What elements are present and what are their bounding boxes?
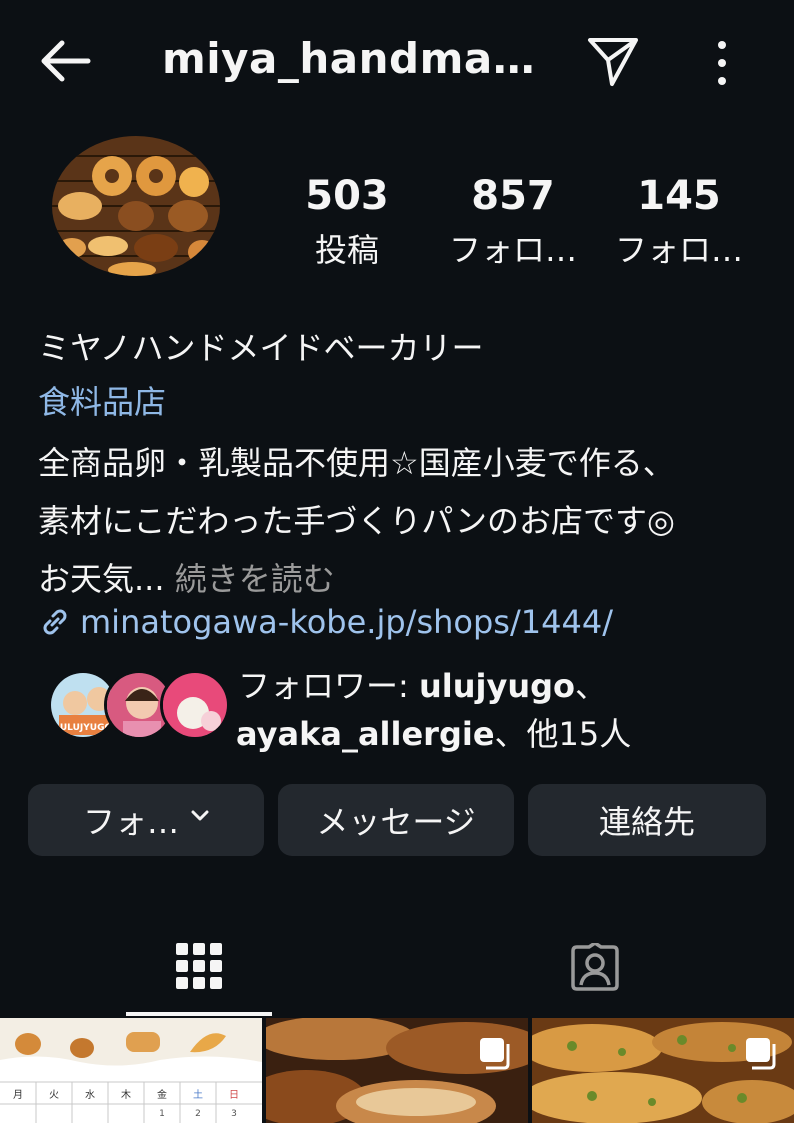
vertical-dots-icon[interactable]	[712, 38, 732, 88]
mutual-user-2[interactable]: ayaka_allergie	[236, 715, 495, 753]
mutual-sep: 、	[575, 667, 608, 705]
read-more-link[interactable]: 続きを読む	[175, 560, 335, 598]
followers-label: フォロ…	[448, 231, 577, 269]
profile-username: miya_handma…	[162, 34, 536, 83]
bio-line-1: 全商品卵・乳製品不使用☆国産小麦で作る、	[38, 444, 675, 482]
link-icon	[43, 609, 67, 635]
tab-tagged[interactable]	[520, 920, 670, 1016]
stat-followers[interactable]: 857 フォロ…	[428, 170, 598, 278]
grid-post-1[interactable]: 月 火 水 木 金 土 日 1 2 3	[0, 1018, 262, 1123]
profile-link-text: minatogawa-kobe.jp/shops/1444/	[80, 603, 613, 641]
grid-icon	[176, 943, 222, 989]
mutual-avatar-1-text: ULUJYUGO	[60, 723, 113, 733]
contact-button[interactable]: 連絡先	[528, 784, 766, 856]
cal-day-fri: 金	[157, 1088, 167, 1101]
tab-posts-grid[interactable]	[126, 920, 272, 1016]
profile-bio: 全商品卵・乳製品不使用☆国産小麦で作る、 素材にこだわった手づくりパンのお店です…	[38, 434, 778, 608]
posts-grid: 月 火 水 木 金 土 日 1 2 3	[0, 1018, 794, 1123]
multiple-photos-icon	[480, 1038, 510, 1070]
following-label: フォロ…	[614, 231, 743, 269]
following-count: 145	[637, 173, 721, 219]
mutual-user-1[interactable]: ulujyugo	[419, 667, 575, 705]
back-arrow-icon[interactable]	[36, 36, 92, 86]
cal-day-thu: 木	[121, 1089, 131, 1101]
top-bar: miya_handma…	[0, 0, 794, 120]
multiple-photos-icon	[746, 1038, 776, 1070]
chevron-down-icon	[191, 810, 209, 821]
bio-line-3-text: お天気...	[38, 560, 165, 598]
cal-day-sun: 日	[229, 1090, 239, 1101]
posts-label: 投稿	[314, 231, 379, 269]
mutual-suffix: 、他15人	[494, 715, 632, 753]
cal-date-2: 2	[195, 1109, 201, 1119]
profile-link[interactable]: minatogawa-kobe.jp/shops/1444/	[38, 600, 778, 644]
stat-posts[interactable]: 503 投稿	[262, 170, 432, 278]
message-button[interactable]: メッセージ	[278, 784, 514, 856]
follow-button[interactable]: フォ…	[28, 784, 264, 856]
mutual-followers[interactable]: ULUJYUGO フォロワー: ulujyugo、 ayaka_allergie…	[48, 662, 788, 758]
mutual-followers-text: フォロワー: ulujyugo、 ayaka_allergie、他15人	[236, 662, 631, 758]
profile-category: 食料品店	[38, 383, 167, 421]
cal-day-sat: 土	[193, 1088, 203, 1101]
bio-line-2: 素材にこだわった手づくりパンのお店です◎	[38, 502, 675, 540]
cal-day-mon: 月	[13, 1089, 23, 1101]
profile-avatar[interactable]	[52, 136, 220, 276]
posts-count: 503	[305, 173, 389, 219]
followers-count: 857	[471, 173, 555, 219]
cal-day-wed: 水	[85, 1089, 95, 1101]
stat-following[interactable]: 145 フォロ…	[594, 170, 764, 278]
mutual-prefix: フォロワー:	[238, 667, 419, 705]
paper-plane-icon[interactable]	[586, 34, 640, 88]
cal-day-tue: 火	[49, 1089, 59, 1101]
tagged-person-icon	[571, 943, 619, 991]
profile-name: ミヤノハンドメイドベーカリー	[38, 329, 484, 367]
mutual-line-2: ayaka_allergie、他15人	[236, 710, 631, 758]
cal-date-3: 3	[231, 1109, 237, 1119]
profile-tabs	[0, 920, 794, 1016]
mutual-avatar-3	[160, 670, 230, 740]
mutual-line-1: フォロワー: ulujyugo、	[238, 662, 631, 710]
follow-button-label: フォ…	[82, 803, 179, 841]
grid-post-2[interactable]	[266, 1018, 528, 1123]
cal-date-1: 1	[159, 1109, 165, 1119]
grid-post-3[interactable]	[532, 1018, 794, 1123]
